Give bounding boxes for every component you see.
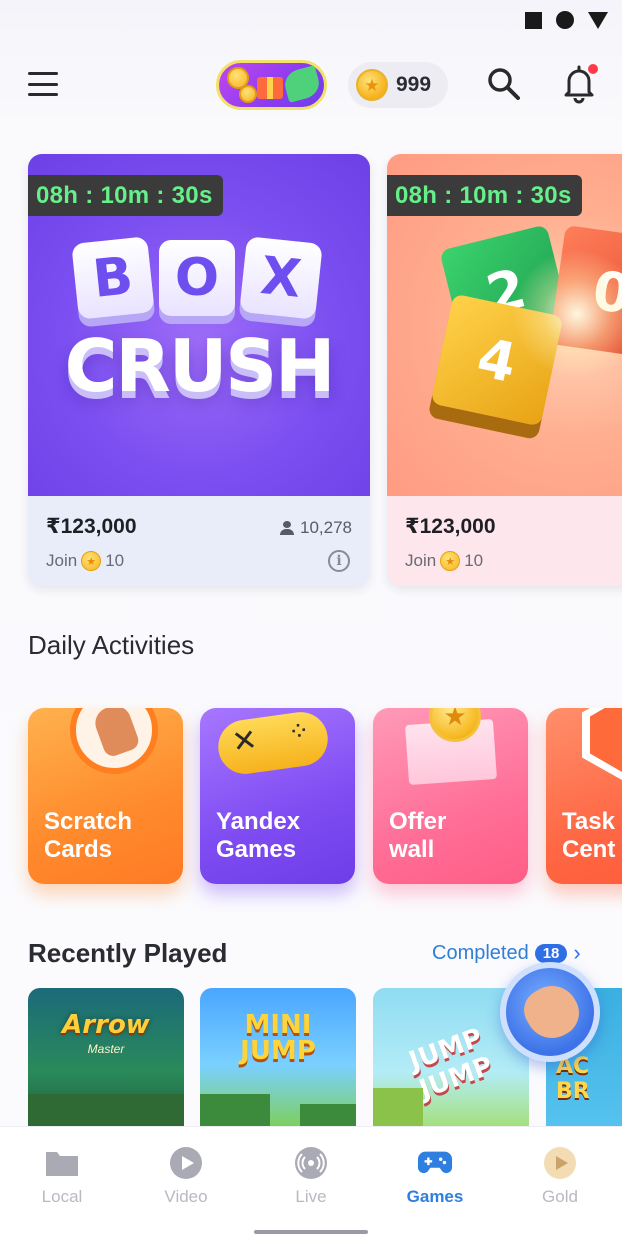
gamepad-icon: ✕ ⁘	[214, 708, 332, 778]
search-icon[interactable]	[486, 66, 522, 102]
gamepad-icon	[417, 1145, 453, 1181]
nav-label: Video	[164, 1187, 208, 1206]
gift-box-icon: ★	[403, 708, 499, 785]
nav-label: Gold	[542, 1187, 578, 1206]
tile-label: Scratch Cards	[44, 808, 133, 863]
person-icon	[280, 521, 294, 535]
scratch-card-icon	[70, 708, 158, 774]
game-art-box-crush: B O X CRUSH 08h : 10m : 30s	[28, 154, 370, 496]
tile-b: B	[71, 236, 155, 320]
gift-icon	[257, 77, 283, 99]
task-center-tile[interactable]: Task Cent	[546, 708, 622, 884]
recently-played-title: Recently Played	[28, 938, 228, 968]
coin-icon: ★	[440, 551, 461, 571]
recent-game-mini-jump[interactable]: MINI JUMP	[200, 988, 356, 1128]
coin-icon: ★	[356, 69, 388, 101]
bell-icon[interactable]	[560, 64, 598, 104]
daily-activities-row[interactable]: Scratch Cards ✕ ⁘ Yandex Games ★ Offer w…	[28, 704, 622, 894]
game-logo: MINI JUMP	[240, 1010, 316, 1066]
chevron-right-icon: ›	[573, 940, 581, 965]
join-label: Join	[405, 551, 437, 570]
top-bar: ★ 999	[0, 56, 622, 116]
tournament-info: ₹123,000 10,278 Join ★ 10 i	[28, 496, 370, 586]
nav-gold[interactable]: Gold	[510, 1145, 610, 1215]
completed-label: Completed	[432, 941, 529, 964]
nav-games[interactable]: Games	[385, 1145, 485, 1215]
scratch-cards-tile[interactable]: Scratch Cards	[28, 708, 183, 884]
home-indicator[interactable]	[254, 1230, 368, 1234]
tournament-info: ₹123,000 Join ★ 10	[387, 496, 622, 586]
join-cost-value: 10	[105, 551, 125, 570]
tile-label: Offer wall	[389, 808, 447, 863]
floating-scratch-button[interactable]	[500, 962, 600, 1062]
tile-o: O	[159, 240, 235, 316]
countdown-timer: 08h : 10m : 30s	[387, 175, 582, 216]
join-cost-value: 10	[464, 551, 484, 570]
play-icon	[168, 1145, 204, 1181]
status-bar	[525, 8, 608, 32]
yandex-games-tile[interactable]: ✕ ⁘ Yandex Games	[200, 708, 355, 884]
coin-balance[interactable]: ★ 999	[348, 62, 448, 108]
nav-video[interactable]: Video	[136, 1145, 236, 1215]
bottom-navigation: Local Video Live Games Gold	[0, 1126, 622, 1243]
daily-activities-title: Daily Activities	[28, 630, 195, 660]
live-icon	[293, 1145, 329, 1181]
leaf-icon	[281, 65, 323, 103]
nav-label: Live	[295, 1187, 327, 1206]
box-crush-tiles: B O X	[71, 236, 323, 330]
nav-label: Local	[41, 1187, 83, 1206]
games-screen: ★ 999 B O X CRUSH 08h : 10m : 30s ₹123,0	[0, 0, 622, 1243]
info-icon[interactable]: i	[328, 550, 350, 572]
circle-icon	[556, 11, 574, 29]
coin-count: 999	[396, 73, 432, 96]
tile-x: X	[239, 236, 323, 320]
game-logo: Arrow	[62, 1010, 150, 1040]
tile-label: Task Cent	[562, 808, 616, 863]
tile-label: Yandex Games	[216, 808, 301, 863]
offer-wall-tile[interactable]: ★ Offer wall	[373, 708, 528, 884]
crush-logo-text: CRUSH	[64, 324, 336, 408]
countdown-timer: 08h : 10m : 30s	[28, 175, 223, 216]
player-count-value: 10,278	[300, 518, 352, 537]
game-logo: AC BR	[556, 1054, 590, 1104]
coin-icon: ★	[81, 551, 102, 571]
tournament-carousel[interactable]: B O X CRUSH 08h : 10m : 30s ₹123,000 10,…	[28, 154, 622, 586]
gift-promo-icon[interactable]	[216, 60, 327, 110]
nav-local[interactable]: Local	[12, 1145, 112, 1215]
recent-game-arrow-master[interactable]: Arrow Master	[28, 988, 184, 1128]
join-label: Join	[46, 551, 78, 570]
spark-effect	[507, 244, 622, 384]
calendar-icon	[582, 708, 622, 780]
nav-live[interactable]: Live	[261, 1145, 361, 1215]
notification-dot	[588, 64, 598, 74]
player-count: 10,278	[280, 518, 352, 538]
nav-label: Games	[406, 1187, 464, 1206]
join-cost: Join ★ 10	[405, 551, 622, 571]
game-art-2048: 2 0 4 08h : 10m : 30s	[387, 154, 622, 496]
triangle-icon	[588, 11, 608, 29]
square-icon	[525, 11, 542, 29]
menu-icon[interactable]	[28, 70, 58, 98]
completed-count-badge: 18	[534, 943, 568, 963]
gold-coin-icon	[542, 1145, 578, 1181]
coin-icon	[239, 85, 257, 103]
folder-icon	[44, 1145, 80, 1181]
tournament-card-box-crush[interactable]: B O X CRUSH 08h : 10m : 30s ₹123,000 10,…	[28, 154, 370, 586]
prize-amount: ₹123,000	[405, 515, 496, 538]
join-cost: Join ★ 10	[46, 551, 352, 571]
tournament-card-2048[interactable]: 2 0 4 08h : 10m : 30s ₹123,000 Join ★ 10	[387, 154, 622, 586]
game-logo-subtitle: Master	[87, 1042, 125, 1056]
